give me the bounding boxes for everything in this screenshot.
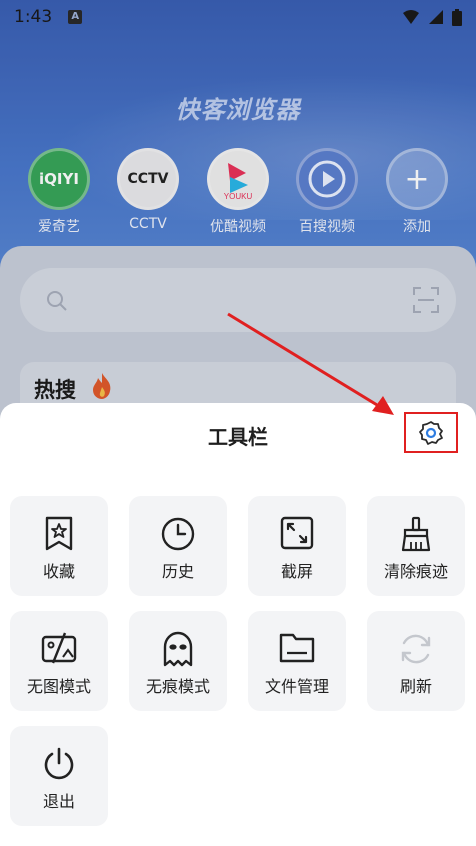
gear-icon (419, 420, 443, 445)
tool-screenshot[interactable]: 截屏 (248, 496, 346, 596)
screenshot-icon (248, 516, 346, 552)
broom-icon (367, 516, 465, 552)
tool-label: 无痕模式 (145, 677, 210, 696)
no-image-icon (10, 631, 108, 667)
tool-incognito-mode[interactable]: 无痕模式 (129, 611, 227, 711)
folder-icon (248, 631, 346, 667)
tool-refresh[interactable]: 刷新 (367, 611, 465, 711)
tool-label: 刷新 (399, 677, 432, 696)
bookmark-star-icon (10, 516, 108, 552)
power-icon (10, 746, 108, 782)
tool-label: 截屏 (280, 562, 313, 581)
settings-button[interactable] (404, 412, 458, 453)
tool-label: 历史 (161, 562, 194, 581)
tool-file-manager[interactable]: 文件管理 (248, 611, 346, 711)
tool-label: 退出 (42, 792, 75, 811)
tool-label: 文件管理 (264, 677, 329, 696)
tool-clear-traces[interactable]: 清除痕迹 (367, 496, 465, 596)
toolbar-sheet: 工具栏 收藏 历史 截屏 清除痕迹 无图模式 无痕模式 文件管理 刷新 退出 (0, 403, 476, 846)
tool-favorites[interactable]: 收藏 (10, 496, 108, 596)
tool-label: 无图模式 (26, 677, 91, 696)
tool-label: 收藏 (42, 562, 75, 581)
tool-no-image-mode[interactable]: 无图模式 (10, 611, 108, 711)
tool-exit[interactable]: 退出 (10, 726, 108, 826)
tool-label: 清除痕迹 (383, 562, 448, 581)
incognito-ghost-icon (129, 631, 227, 667)
clock-icon (129, 516, 227, 552)
refresh-icon (367, 631, 465, 667)
tool-history[interactable]: 历史 (129, 496, 227, 596)
